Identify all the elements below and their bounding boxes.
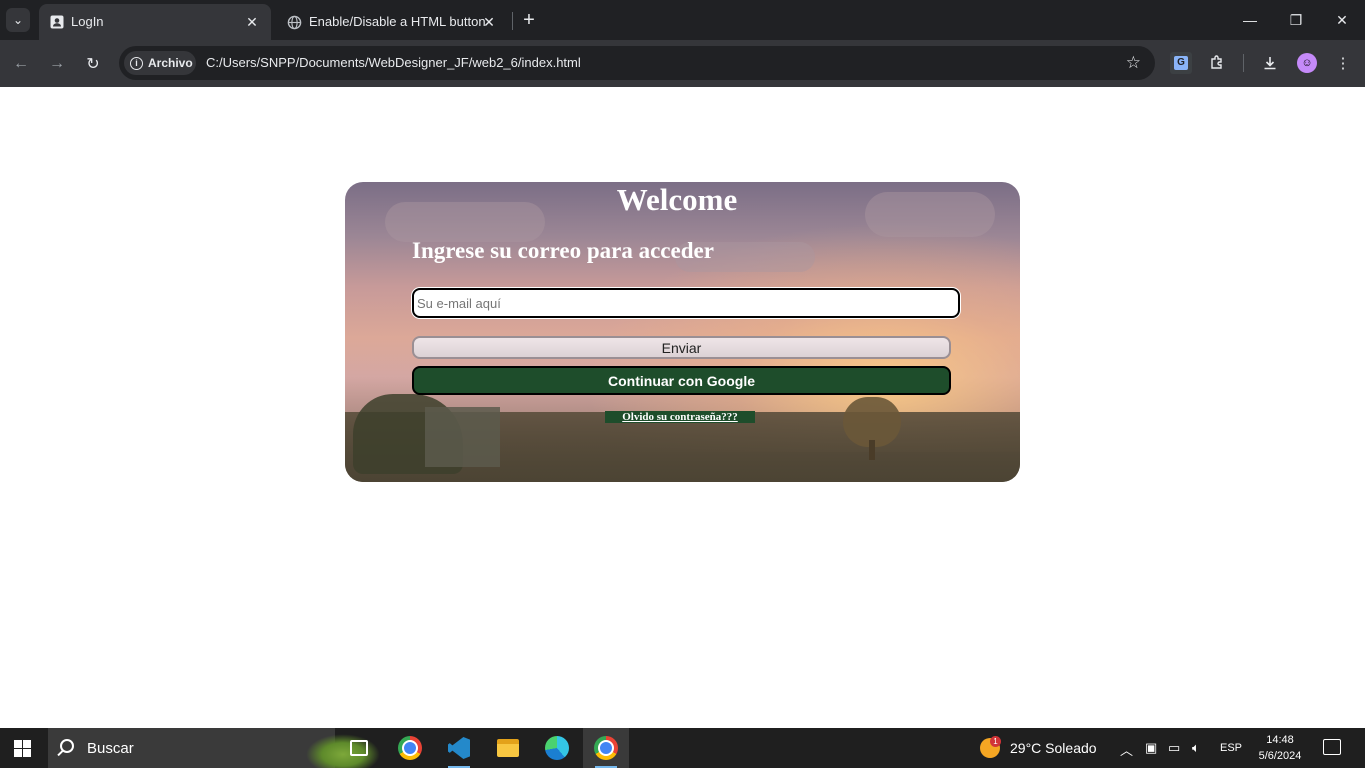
address-bar[interactable]: i Archivo C:/Users/SNPP/Documents/WebDes… — [119, 46, 1155, 80]
taskbar-chrome[interactable] — [387, 728, 433, 768]
chevron-up-icon[interactable]: ︿ — [1120, 740, 1133, 759]
globe-icon — [286, 14, 302, 30]
task-view-button[interactable] — [336, 728, 382, 768]
notification-icon[interactable] — [1323, 739, 1341, 755]
chrome-icon — [398, 736, 422, 760]
taskbar-vscode[interactable] — [436, 728, 482, 768]
welcome-heading: Welcome — [616, 182, 738, 217]
page-viewport: Welcome Ingrese su correo para acceder E… — [0, 87, 1365, 728]
task-view-icon — [350, 740, 368, 756]
plus-icon: + — [523, 8, 535, 31]
close-icon[interactable]: ✕ — [480, 13, 498, 31]
new-tab-button[interactable]: + — [518, 8, 540, 32]
close-window-button[interactable]: ✕ — [1327, 8, 1357, 32]
meet-icon[interactable]: ▣ — [1145, 740, 1157, 756]
taskbar-edge[interactable] — [534, 728, 580, 768]
tab-title: Enable/Disable a HTML button — [309, 14, 486, 29]
tab-login[interactable]: LogIn ✕ — [39, 4, 271, 40]
restore-button[interactable]: ❐ — [1281, 8, 1311, 32]
login-subtitle: Ingrese su correo para acceder — [412, 238, 714, 263]
browser-toolbar: ← → ↻ i Archivo C:/Users/SNPP/Documents/… — [0, 40, 1365, 87]
info-icon: i — [130, 56, 143, 70]
minimize-button[interactable]: — — [1235, 8, 1265, 32]
close-icon[interactable]: ✕ — [243, 13, 261, 31]
arrow-right-icon: → — [49, 55, 65, 72]
clock-time: 14:48 — [1266, 734, 1294, 746]
chevron-down-icon: ⌄ — [12, 13, 24, 27]
menu-dots-icon[interactable]: ⋮ — [1332, 52, 1354, 74]
restore-icon: ❐ — [1289, 11, 1303, 28]
translate-icon[interactable]: G — [1170, 52, 1192, 74]
google-login-button[interactable]: Continuar con Google — [412, 366, 951, 395]
background-house — [425, 407, 500, 467]
forward-button[interactable]: → — [45, 52, 69, 76]
email-input[interactable] — [412, 288, 960, 318]
language-indicator[interactable]: ESP — [1220, 742, 1242, 754]
clock-date: 5/6/2024 — [1258, 750, 1302, 762]
back-button[interactable]: ← — [9, 52, 33, 76]
taskbar-search-placeholder: Buscar — [87, 740, 134, 757]
windows-start-icon[interactable] — [14, 740, 31, 757]
tab-strip: ⌄ LogIn ✕ Enable/Disable a HTML button ✕… — [0, 0, 1365, 40]
taskbar-search[interactable]: Buscar — [48, 728, 380, 768]
vscode-icon — [448, 737, 470, 759]
weather-text[interactable]: 29°C Soleado — [1010, 740, 1097, 756]
volume-icon[interactable]: 🔈︎ — [1192, 740, 1200, 756]
toolbar-divider — [1243, 54, 1244, 72]
page-favicon-icon — [49, 14, 65, 30]
arrow-left-icon: ← — [13, 55, 29, 72]
taskbar-chrome-active[interactable] — [583, 728, 629, 768]
chrome-icon — [594, 736, 618, 760]
site-chip-label: Archivo — [148, 56, 193, 70]
avatar-icon: ☺ — [1301, 57, 1313, 69]
bookmark-star-icon[interactable]: ☆ — [1126, 53, 1141, 73]
send-button[interactable]: Enviar — [412, 336, 951, 359]
reload-icon: ↻ — [86, 56, 100, 73]
tab-search-button[interactable]: ⌄ — [6, 8, 30, 32]
folder-icon — [497, 739, 519, 757]
download-icon[interactable] — [1259, 52, 1281, 74]
tab-enable-disable[interactable]: Enable/Disable a HTML button ✕ — [276, 4, 508, 40]
close-icon: ✕ — [1336, 11, 1348, 28]
site-info-chip[interactable]: i Archivo — [124, 51, 196, 75]
minimize-icon: — — [1243, 12, 1257, 28]
windows-taskbar: Buscar 1 29°C Soleado ︿ ▣ ▭ 🔈︎ ESP 14:48… — [0, 728, 1365, 768]
search-icon — [60, 739, 74, 753]
tab-title: LogIn — [71, 14, 104, 29]
weather-badge: 1 — [990, 736, 1001, 747]
edge-icon — [545, 736, 569, 760]
url-text[interactable]: C:/Users/SNPP/Documents/WebDesigner_JF/w… — [206, 55, 581, 70]
taskbar-clock[interactable]: 14:48 5/6/2024 — [1252, 732, 1308, 764]
taskbar-file-explorer[interactable] — [485, 728, 531, 768]
tab-divider — [512, 12, 513, 30]
network-icon[interactable]: ▭ — [1168, 740, 1180, 756]
forgot-password-link[interactable]: Olvido su contraseña??? — [605, 411, 755, 423]
login-card: Welcome Ingrese su correo para acceder E… — [345, 182, 1020, 482]
background-tree-trunk — [869, 440, 875, 460]
reload-button[interactable]: ↻ — [81, 52, 105, 76]
extensions-icon[interactable] — [1206, 52, 1228, 74]
profile-avatar[interactable]: ☺ — [1297, 53, 1317, 73]
